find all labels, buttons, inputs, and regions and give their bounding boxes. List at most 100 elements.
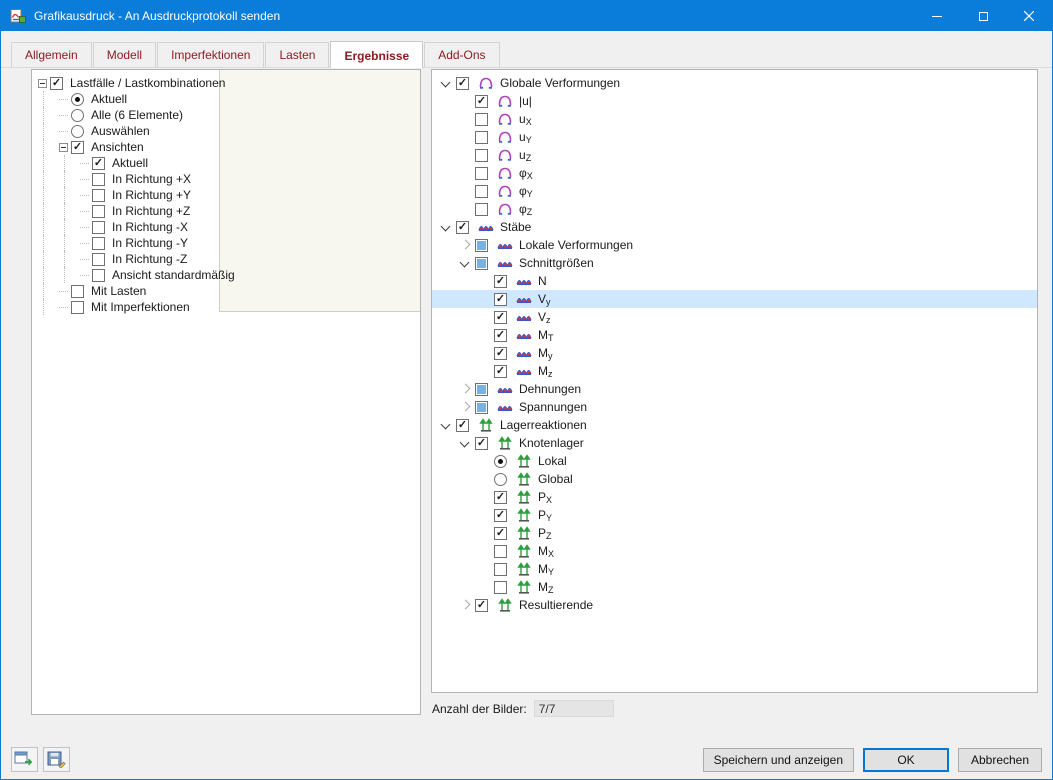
tree-item[interactable]: MZ xyxy=(432,578,1037,596)
tree-item[interactable]: ✓ Mz xyxy=(432,362,1037,380)
checkbox[interactable] xyxy=(92,220,105,234)
collapse-expander-icon[interactable] xyxy=(59,142,68,152)
tab-ergebnisse[interactable]: Ergebnisse xyxy=(330,41,424,68)
checkbox[interactable] xyxy=(475,382,488,396)
checkbox[interactable] xyxy=(475,256,488,270)
checkbox[interactable]: ✓ xyxy=(494,292,507,306)
chevron-right-icon[interactable] xyxy=(457,237,473,253)
checkbox[interactable] xyxy=(92,188,105,202)
tree-item[interactable]: Mit Lasten xyxy=(38,283,219,299)
tree-item[interactable]: Spannungen xyxy=(432,398,1037,416)
tab-modell[interactable]: Modell xyxy=(92,42,157,67)
tree-item[interactable]: Schnittgrößen xyxy=(432,254,1037,272)
tree-item[interactable]: Global xyxy=(432,470,1037,488)
checkbox[interactable] xyxy=(475,238,488,252)
tree-item[interactable]: MX xyxy=(432,542,1037,560)
chevron-down-icon[interactable] xyxy=(438,417,454,433)
tree-item[interactable]: In Richtung +Z xyxy=(38,203,219,219)
tree-item[interactable]: ✓ PY xyxy=(432,506,1037,524)
tree-item[interactable]: ✓ Globale Verformungen xyxy=(432,74,1037,92)
checkbox[interactable] xyxy=(494,544,507,558)
tree-item[interactable]: uY xyxy=(432,128,1037,146)
image-count-input[interactable] xyxy=(533,700,614,717)
tree-item[interactable]: Auswählen xyxy=(38,123,219,139)
tree-item[interactable]: ✓ Ansichten xyxy=(38,139,219,155)
chevron-down-icon[interactable] xyxy=(457,255,473,271)
checkbox[interactable]: ✓ xyxy=(494,490,507,504)
maximize-button[interactable] xyxy=(960,1,1006,31)
tree-item[interactable]: uZ xyxy=(432,146,1037,164)
tree-item[interactable]: ✓ My xyxy=(432,344,1037,362)
chevron-down-icon[interactable] xyxy=(438,75,454,91)
minimize-button[interactable] xyxy=(914,1,960,31)
tree-item[interactable]: In Richtung +X xyxy=(38,171,219,187)
tree-item[interactable]: Lokal xyxy=(432,452,1037,470)
checkbox[interactable]: ✓ xyxy=(494,364,507,378)
chevron-down-icon[interactable] xyxy=(457,435,473,451)
checkbox[interactable]: ✓ xyxy=(475,436,488,450)
checkbox[interactable]: ✓ xyxy=(494,508,507,522)
checkbox[interactable]: ✓ xyxy=(494,328,507,342)
checkbox[interactable]: ✓ xyxy=(50,76,63,90)
checkbox[interactable] xyxy=(475,148,488,162)
checkbox[interactable]: ✓ xyxy=(494,346,507,360)
checkbox[interactable] xyxy=(92,172,105,186)
tree-item[interactable]: φZ xyxy=(432,200,1037,218)
tree-item[interactable]: Dehnungen xyxy=(432,380,1037,398)
checkbox[interactable]: ✓ xyxy=(456,220,469,234)
radio-button[interactable] xyxy=(71,92,84,106)
checkbox[interactable] xyxy=(475,202,488,216)
checkbox[interactable]: ✓ xyxy=(456,418,469,432)
save-and-show-button[interactable]: Speichern und anzeigen xyxy=(702,748,854,772)
checkbox[interactable]: ✓ xyxy=(494,274,507,288)
checkbox[interactable]: ✓ xyxy=(456,76,469,90)
tree-item[interactable]: ✓ Vz xyxy=(432,308,1037,326)
checkbox[interactable]: ✓ xyxy=(475,598,488,612)
checkbox[interactable]: ✓ xyxy=(475,94,488,108)
checkbox[interactable] xyxy=(475,184,488,198)
send-to-report-button[interactable] xyxy=(11,747,38,772)
collapse-expander-icon[interactable] xyxy=(38,78,47,88)
checkbox[interactable] xyxy=(92,204,105,218)
checkbox[interactable]: ✓ xyxy=(92,156,105,170)
tab-lasten[interactable]: Lasten xyxy=(265,42,330,67)
checkbox[interactable] xyxy=(71,284,84,298)
tree-item[interactable]: ✓ MT xyxy=(432,326,1037,344)
checkbox[interactable] xyxy=(92,268,105,282)
chevron-down-icon[interactable] xyxy=(438,219,454,235)
radio-button[interactable] xyxy=(71,124,84,138)
checkbox[interactable] xyxy=(92,252,105,266)
tree-item[interactable]: ✓ Lastfälle / Lastkombinationen xyxy=(38,75,225,91)
ok-button[interactable]: OK xyxy=(863,748,949,772)
tree-item[interactable]: Ansicht standardmäßig xyxy=(38,267,235,283)
checkbox[interactable]: ✓ xyxy=(494,310,507,324)
tree-item[interactable]: Aktuell xyxy=(38,91,219,107)
tree-item[interactable]: ✓ Lagerreaktionen xyxy=(432,416,1037,434)
checkbox[interactable] xyxy=(92,236,105,250)
checkbox[interactable] xyxy=(494,580,507,594)
tree-item[interactable]: ✓ PX xyxy=(432,488,1037,506)
radio-button[interactable] xyxy=(71,108,84,122)
checkbox[interactable] xyxy=(475,130,488,144)
tab-add-ons[interactable]: Add-Ons xyxy=(424,42,500,67)
tree-item[interactable]: In Richtung -Y xyxy=(38,235,219,251)
tree-item[interactable]: In Richtung -Z xyxy=(38,251,219,267)
tree-item[interactable]: ✓ PZ xyxy=(432,524,1037,542)
tree-item[interactable]: uX xyxy=(432,110,1037,128)
checkbox[interactable] xyxy=(475,166,488,180)
chevron-right-icon[interactable] xyxy=(457,381,473,397)
tree-item[interactable]: ✓ |u| xyxy=(432,92,1037,110)
tree-item[interactable]: ✓ Knotenlager xyxy=(432,434,1037,452)
tree-item[interactable]: In Richtung +Y xyxy=(38,187,219,203)
tree-item[interactable]: Lokale Verformungen xyxy=(432,236,1037,254)
radio-button[interactable] xyxy=(494,454,507,468)
radio-button[interactable] xyxy=(494,472,507,486)
tree-item[interactable]: ✓ Vy xyxy=(432,290,1037,308)
checkbox[interactable]: ✓ xyxy=(494,526,507,540)
chevron-right-icon[interactable] xyxy=(457,597,473,613)
checkbox[interactable]: ✓ xyxy=(71,140,84,154)
checkbox[interactable] xyxy=(71,300,84,314)
chevron-right-icon[interactable] xyxy=(457,399,473,415)
checkbox[interactable] xyxy=(494,562,507,576)
tree-item[interactable]: ✓ Stäbe xyxy=(432,218,1037,236)
